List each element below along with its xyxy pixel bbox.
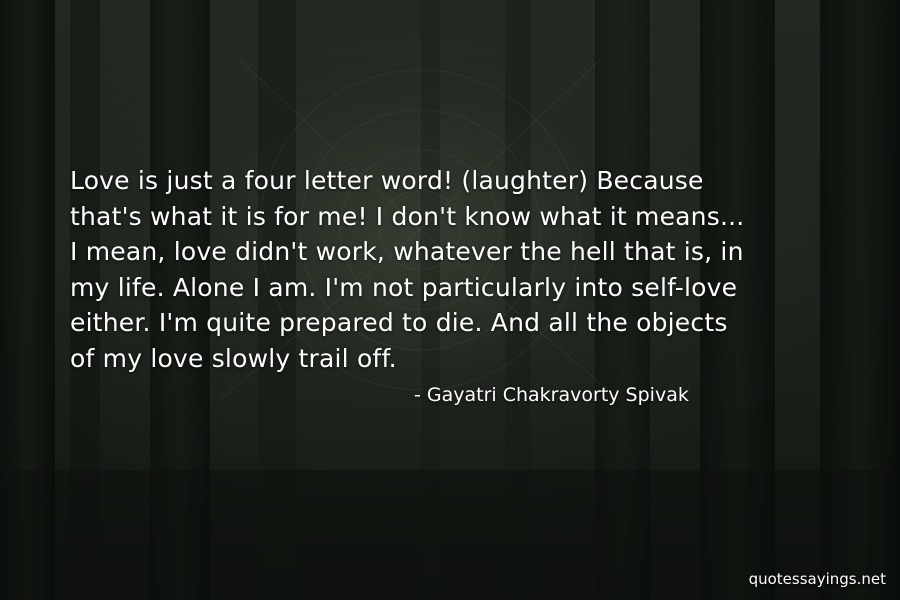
quote-line: my life. Alone I am. I'm not particularl… <box>70 272 738 302</box>
quote-text: Love is just a four letter word! (laught… <box>70 163 850 377</box>
quote-line: of my love slowly trail off. <box>70 343 397 373</box>
quote-author: - Gayatri Chakravorty Spivak <box>414 384 689 406</box>
quote-line: I mean, love didn't work, whatever the h… <box>70 237 744 267</box>
quote-image: Love is just a four letter word! (laught… <box>0 0 900 600</box>
site-watermark: quotessayings.net <box>748 570 886 588</box>
quote-line: Love is just a four letter word! (laught… <box>70 166 704 195</box>
quote-line: either. I'm quite prepared to die. And a… <box>70 308 728 338</box>
quote-line: that's what it is for me! I don't know w… <box>70 201 745 231</box>
